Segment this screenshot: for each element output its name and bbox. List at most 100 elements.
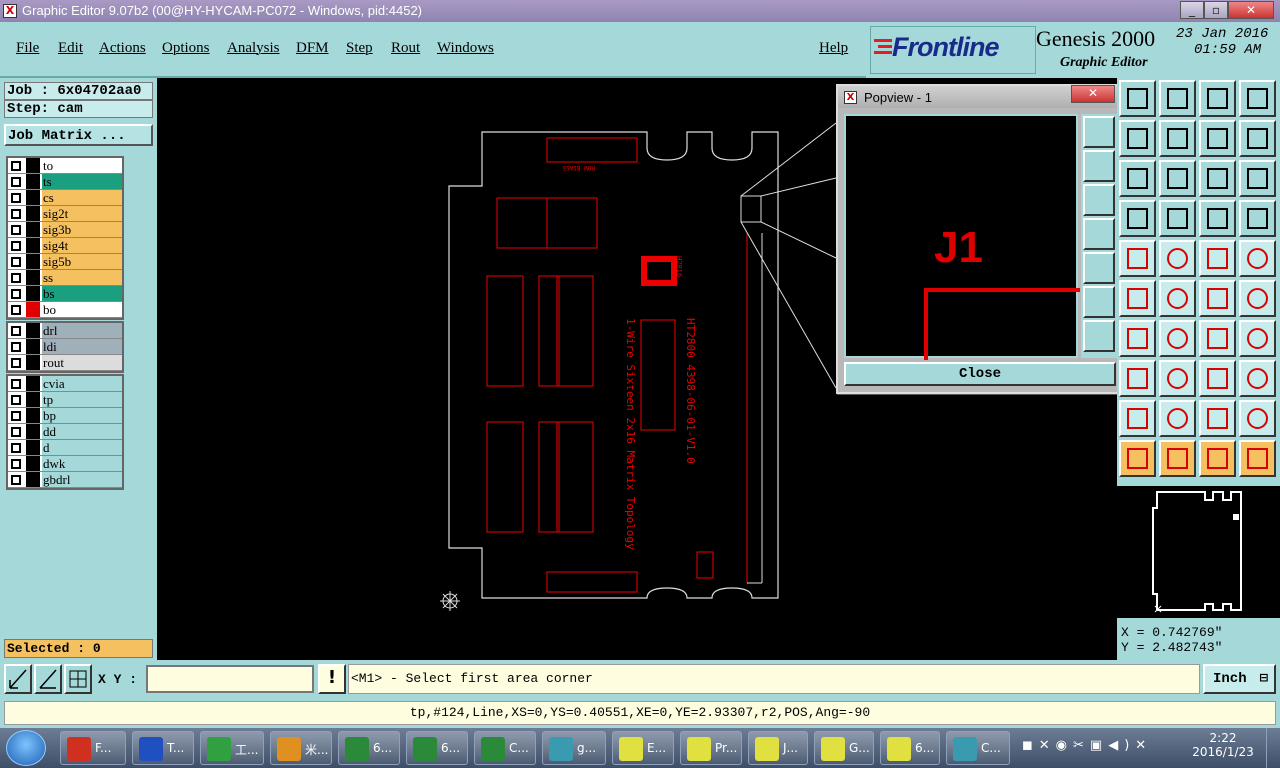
close-window-button[interactable]: ✕ — [1228, 1, 1274, 19]
drill-icon[interactable] — [1239, 240, 1276, 277]
layer-color-swatch[interactable] — [26, 472, 40, 487]
layer-color-swatch[interactable] — [26, 440, 40, 455]
layer-checkbox[interactable] — [11, 443, 21, 453]
scale-icon[interactable] — [1199, 160, 1236, 197]
popview-titlebar[interactable]: X Popview - 1 ✕ — [838, 85, 1121, 108]
merge-icon[interactable] — [1239, 360, 1276, 397]
layer-checkbox[interactable] — [11, 177, 21, 187]
popview-window[interactable]: X Popview - 1 ✕ J1 Close — [836, 84, 1123, 394]
layer-row-bp[interactable]: bp — [8, 408, 122, 424]
layer-color-swatch[interactable] — [26, 408, 40, 423]
layer-color-swatch[interactable] — [26, 206, 40, 221]
zoom-in-icon[interactable] — [1119, 120, 1156, 157]
layer-checkbox[interactable] — [11, 459, 21, 469]
taskbar-app-4[interactable]: 6... — [338, 731, 400, 765]
grid-icon[interactable] — [1159, 200, 1196, 237]
add-pad-icon[interactable] — [1119, 240, 1156, 277]
pan-right-icon[interactable] — [1159, 120, 1196, 157]
layer-row-dd[interactable]: dd — [8, 424, 122, 440]
delete-icon[interactable] — [1159, 280, 1196, 317]
popview-close-button[interactable]: Close — [844, 362, 1116, 386]
layer-row-sig3b[interactable]: sig3b — [8, 222, 122, 238]
popview-zoom-canvas[interactable]: J1 — [844, 114, 1080, 360]
zoom-window-icon[interactable] — [1159, 80, 1196, 117]
layer-color-swatch[interactable] — [26, 392, 40, 407]
menu-rout[interactable]: Rout — [391, 40, 420, 57]
line-icon[interactable] — [1119, 320, 1156, 357]
layer-checkbox[interactable] — [11, 209, 21, 219]
select-path-icon[interactable] — [1239, 440, 1276, 477]
layer-color-swatch[interactable] — [26, 222, 40, 237]
layer-checkbox[interactable] — [11, 379, 21, 389]
zoom-extents-icon[interactable] — [1119, 160, 1156, 197]
zoom-fit-icon[interactable] — [1083, 116, 1115, 148]
layer-checkbox[interactable] — [11, 358, 21, 368]
layer-row-d[interactable]: d — [8, 440, 122, 456]
taskbar-app-10[interactable]: J... — [748, 731, 808, 765]
zoom-in-icon[interactable] — [1083, 286, 1115, 318]
layer-row-ss[interactable]: ss — [8, 270, 122, 286]
taskbar-app-0[interactable]: F... — [60, 731, 126, 765]
layer-color-swatch[interactable] — [26, 456, 40, 471]
layer-color-swatch[interactable] — [26, 190, 40, 205]
layer-checkbox[interactable] — [11, 427, 21, 437]
layer-checkbox[interactable] — [11, 395, 21, 405]
layer-checkbox[interactable] — [11, 411, 21, 421]
layer-checkbox[interactable] — [11, 273, 21, 283]
pan-up-icon[interactable] — [1083, 150, 1115, 182]
layer-color-swatch[interactable] — [26, 323, 40, 338]
taskbar-app-7[interactable]: g... — [542, 731, 606, 765]
connect-icon[interactable] — [1119, 280, 1156, 317]
maximize-button[interactable]: ▫ — [1204, 1, 1228, 19]
job-matrix-button[interactable]: Job Matrix ... — [4, 124, 153, 146]
layer-row-cvia[interactable]: cvia — [8, 376, 122, 392]
menu-windows[interactable]: Windows — [437, 40, 494, 57]
layer-row-ts[interactable]: ts — [8, 174, 122, 190]
layer-row-sig2t[interactable]: sig2t — [8, 206, 122, 222]
menu-analysis[interactable]: Analysis — [227, 40, 280, 57]
grid-snap-icon[interactable] — [64, 664, 92, 694]
layer-row-rout[interactable]: rout — [8, 355, 122, 371]
taskbar-app-3[interactable]: 米... — [270, 731, 332, 765]
layer-row-bo[interactable]: bo — [8, 302, 122, 318]
layer-checkbox[interactable] — [11, 241, 21, 251]
layer-color-swatch[interactable] — [26, 302, 40, 317]
pan-down-icon[interactable] — [1083, 184, 1115, 216]
home-view-icon[interactable] — [1119, 80, 1156, 117]
pan-right-icon[interactable] — [1083, 252, 1115, 284]
menu-help[interactable]: Help — [819, 40, 848, 57]
layer-checkbox[interactable] — [11, 326, 21, 336]
select-contour-icon[interactable] — [1199, 440, 1236, 477]
units-selector[interactable]: Inch ⊟ — [1203, 664, 1276, 694]
layer-color-swatch[interactable] — [26, 339, 40, 354]
move-icon[interactable] — [1199, 280, 1236, 317]
layer-checkbox[interactable] — [11, 305, 21, 315]
snap-mode-icon[interactable] — [4, 664, 32, 694]
layer-row-gbdrl[interactable]: gbdrl — [8, 472, 122, 488]
measure-icon[interactable] — [1119, 200, 1156, 237]
pin-icon[interactable] — [1119, 360, 1156, 397]
layer-color-swatch[interactable] — [26, 355, 40, 370]
layer-row-bs[interactable]: bs — [8, 286, 122, 302]
layer-checkbox[interactable] — [11, 161, 21, 171]
layer-checkbox[interactable] — [11, 289, 21, 299]
layer-row-dwk[interactable]: dwk — [8, 456, 122, 472]
menu-actions[interactable]: Actions — [99, 40, 146, 57]
xy-input[interactable] — [146, 665, 314, 693]
zoom-out-icon[interactable] — [1083, 320, 1115, 352]
show-desktop-button[interactable] — [1266, 728, 1280, 768]
redo-icon[interactable] — [1239, 120, 1276, 157]
layer-color-swatch[interactable] — [26, 286, 40, 301]
taskbar-app-13[interactable]: C... — [946, 731, 1010, 765]
center-icon[interactable] — [1159, 160, 1196, 197]
layer-checkbox[interactable] — [11, 342, 21, 352]
zoom-home-icon[interactable] — [1239, 80, 1276, 117]
rotate-icon[interactable] — [1199, 320, 1236, 357]
help-icon[interactable] — [1239, 160, 1276, 197]
layer-colors-icon[interactable] — [1199, 200, 1236, 237]
arc-icon[interactable] — [1239, 400, 1276, 437]
arch-icon[interactable] — [1199, 400, 1236, 437]
layer-color-swatch[interactable] — [26, 158, 40, 173]
align-icon[interactable] — [1199, 360, 1236, 397]
layer-checkbox[interactable] — [11, 225, 21, 235]
